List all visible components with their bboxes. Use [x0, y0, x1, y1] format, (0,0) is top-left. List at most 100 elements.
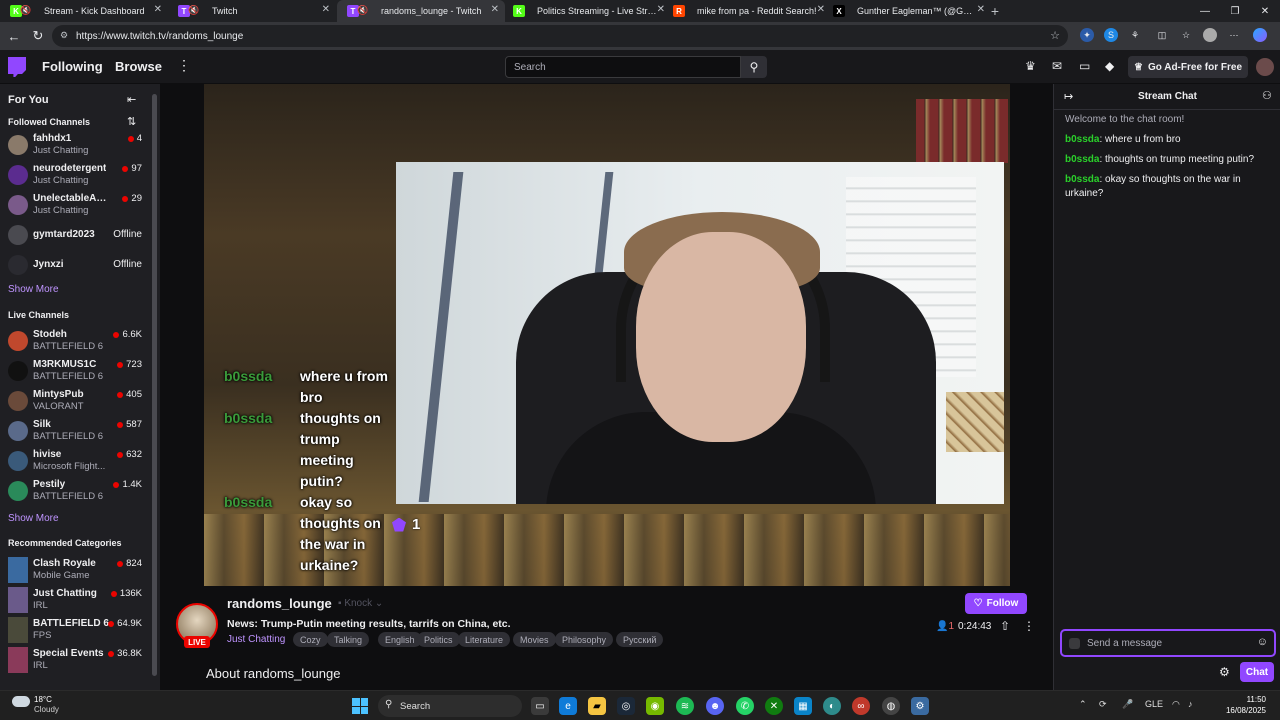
xbox-icon[interactable]: ✕	[765, 697, 783, 715]
tab-audio-icon[interactable]: 🔇	[20, 5, 31, 16]
channel-item[interactable]: neurodetergent Just Chatting 97	[0, 160, 150, 190]
channel-item[interactable]: Silk BATTLEFIELD 6 587	[0, 416, 150, 446]
stream-tag[interactable]: Politics	[417, 632, 460, 647]
browser-tab[interactable]: Rmike from pa - Reddit Search! ✕	[663, 0, 831, 22]
tab-close-icon[interactable]: ✕	[491, 4, 499, 15]
category-item[interactable]: Just Chatting IRL 136K	[0, 585, 150, 615]
more-options-icon[interactable]: ⋮	[1023, 619, 1035, 633]
search-icon[interactable]: ⚲	[741, 56, 767, 78]
channel-item[interactable]: UnelectableAir... Just Chatting 29	[0, 190, 150, 220]
app-icon[interactable]: ◐	[823, 697, 841, 715]
extension-icon[interactable]: ✦	[1080, 28, 1094, 42]
new-tab-icon[interactable]: +	[983, 0, 1007, 22]
browser-tab[interactable]: T 🔇 randoms_lounge - Twitch ✕	[337, 0, 505, 22]
community-icon[interactable]: ⚇	[1262, 89, 1272, 102]
show-more-live[interactable]: Show More	[8, 513, 59, 524]
chat-settings-icon[interactable]: ⚙	[1219, 665, 1230, 679]
start-icon[interactable]	[352, 698, 368, 714]
chat-username[interactable]: b0ssda	[1065, 154, 1099, 165]
stream-tag[interactable]: Русский	[616, 632, 664, 647]
category-item[interactable]: Special Events IRL 36.8K	[0, 645, 150, 675]
browser-tab[interactable]: K 🔇 Stream - Kick Dashboard ✕	[0, 0, 168, 22]
channel-item[interactable]: Jynxzi Offline	[0, 250, 150, 280]
bookmark-star-icon[interactable]: ☆	[1050, 29, 1060, 42]
go-ad-free-button[interactable]: ♕ Go Ad-Free for Free	[1128, 56, 1248, 78]
taskbar-search[interactable]: ⚲ Search	[378, 695, 522, 717]
photos-icon[interactable]: ▦	[794, 697, 812, 715]
microphone-icon[interactable]: 🎤	[1122, 699, 1133, 710]
stream-tag[interactable]: Cozy	[293, 632, 328, 647]
prime-loot-icon[interactable]: ♛	[1025, 59, 1036, 73]
close-window-icon[interactable]: ✕	[1250, 0, 1280, 22]
follow-button[interactable]: ♡ Follow	[965, 593, 1027, 614]
sort-icon[interactable]: ⇅	[127, 115, 136, 128]
volume-icon[interactable]: ♪	[1188, 699, 1193, 709]
wifi-icon[interactable]: ◠	[1172, 699, 1180, 710]
more-menu-icon[interactable]: ⋮	[177, 57, 191, 74]
stream-tag[interactable]: Philosophy	[555, 632, 614, 647]
show-hidden-icons[interactable]: ⌃	[1079, 699, 1087, 710]
channel-item[interactable]: hivise Microsoft Flight... 632	[0, 446, 150, 476]
search-input[interactable]: Search	[505, 56, 741, 78]
whatsapp-icon[interactable]: ✆	[736, 697, 754, 715]
chat-input[interactable]: Send a message ☺	[1060, 629, 1276, 657]
category-item[interactable]: Clash Royale Mobile Game 824	[0, 555, 150, 585]
maximize-icon[interactable]: ❐	[1220, 0, 1250, 22]
extension-icon[interactable]: S	[1104, 28, 1118, 42]
back-icon[interactable]: ←	[2, 24, 26, 48]
split-screen-icon[interactable]: ◫	[1155, 28, 1169, 42]
sidebar-scrollbar[interactable]	[151, 84, 158, 690]
sync-icon[interactable]: ⟳	[1099, 699, 1107, 710]
collapse-sidebar-icon[interactable]: ⇤	[127, 93, 136, 106]
browser-tab[interactable]: K Politics Streaming - Live Streams ✕	[503, 0, 671, 22]
show-more-followed[interactable]: Show More	[8, 284, 59, 295]
channel-item[interactable]: MintysPub VALORANT 405	[0, 386, 150, 416]
tab-audio-icon[interactable]: 🔇	[357, 5, 368, 16]
channel-item[interactable]: fahhdx1 Just Chatting 4	[0, 130, 150, 160]
profile-avatar[interactable]	[1203, 28, 1217, 42]
nav-following[interactable]: Following	[42, 59, 103, 74]
chat-send-button[interactable]: Chat	[1240, 662, 1274, 682]
nvidia-icon[interactable]: ◉	[646, 697, 664, 715]
tab-close-icon[interactable]: ✕	[322, 4, 330, 15]
stream-category[interactable]: Just Chatting	[227, 634, 285, 645]
channel-item[interactable]: gymtard2023 Offline	[0, 220, 150, 250]
video-player[interactable]: b0ssda where u from bro b0ssda thoughts on tr…	[204, 84, 1010, 586]
twitch-logo-icon[interactable]	[8, 57, 26, 77]
favorites-icon[interactable]: ☆	[1179, 28, 1193, 42]
settings-icon[interactable]: ⚙	[911, 697, 929, 715]
browser-menu-icon[interactable]: ⋯	[1227, 28, 1241, 42]
extensions-puzzle-icon[interactable]: ⚘	[1128, 28, 1142, 42]
stream-tag[interactable]: Literature	[458, 632, 511, 647]
url-field[interactable]: ⚙ https://www.twitch.tv/randoms_lounge ☆	[52, 25, 1068, 47]
language-indicator[interactable]: GLE	[1145, 699, 1163, 709]
task-view-icon[interactable]: ▭	[531, 697, 549, 715]
emote-icon[interactable]: ☺	[1257, 636, 1268, 648]
tab-close-icon[interactable]: ✕	[154, 4, 162, 15]
spotify-icon[interactable]: ≋	[676, 697, 694, 715]
edge-icon[interactable]: e	[559, 697, 577, 715]
category-item[interactable]: BATTLEFIELD 6 FPS 64.9K	[0, 615, 150, 645]
creative-cloud-icon[interactable]: ∞	[852, 697, 870, 715]
minimize-icon[interactable]: —	[1190, 0, 1220, 22]
channel-item[interactable]: Stodeh BATTLEFIELD 6 6.6K	[0, 326, 150, 356]
discord-icon[interactable]: ☻	[706, 697, 724, 715]
channel-item[interactable]: Pestily BATTLEFIELD 6 1.4K	[0, 476, 150, 506]
system-clock[interactable]: 11:50 16/08/2025	[1206, 694, 1266, 716]
copilot-icon[interactable]	[1253, 28, 1267, 42]
user-avatar[interactable]	[1256, 58, 1274, 76]
reload-icon[interactable]: ↻	[26, 24, 50, 48]
whispers-icon[interactable]: ▭	[1079, 59, 1090, 73]
bits-icon[interactable]: ◆	[1105, 59, 1114, 73]
chat-username[interactable]: b0ssda	[1065, 134, 1099, 145]
steam-icon[interactable]: ◎	[617, 697, 635, 715]
tab-audio-icon[interactable]: 🔇	[188, 5, 199, 16]
site-info-icon[interactable]: ⚙	[60, 30, 68, 41]
stream-tag[interactable]: English	[378, 632, 422, 647]
file-explorer-icon[interactable]: ▰	[588, 697, 606, 715]
stream-tag[interactable]: Talking	[327, 632, 370, 647]
nav-browse[interactable]: Browse	[115, 59, 162, 74]
browser-tab[interactable]: XGunther Eagleman™ (@GuntherE✕	[823, 0, 991, 22]
share-icon[interactable]: ⇧	[1000, 619, 1010, 633]
inbox-icon[interactable]: ✉	[1052, 59, 1062, 73]
